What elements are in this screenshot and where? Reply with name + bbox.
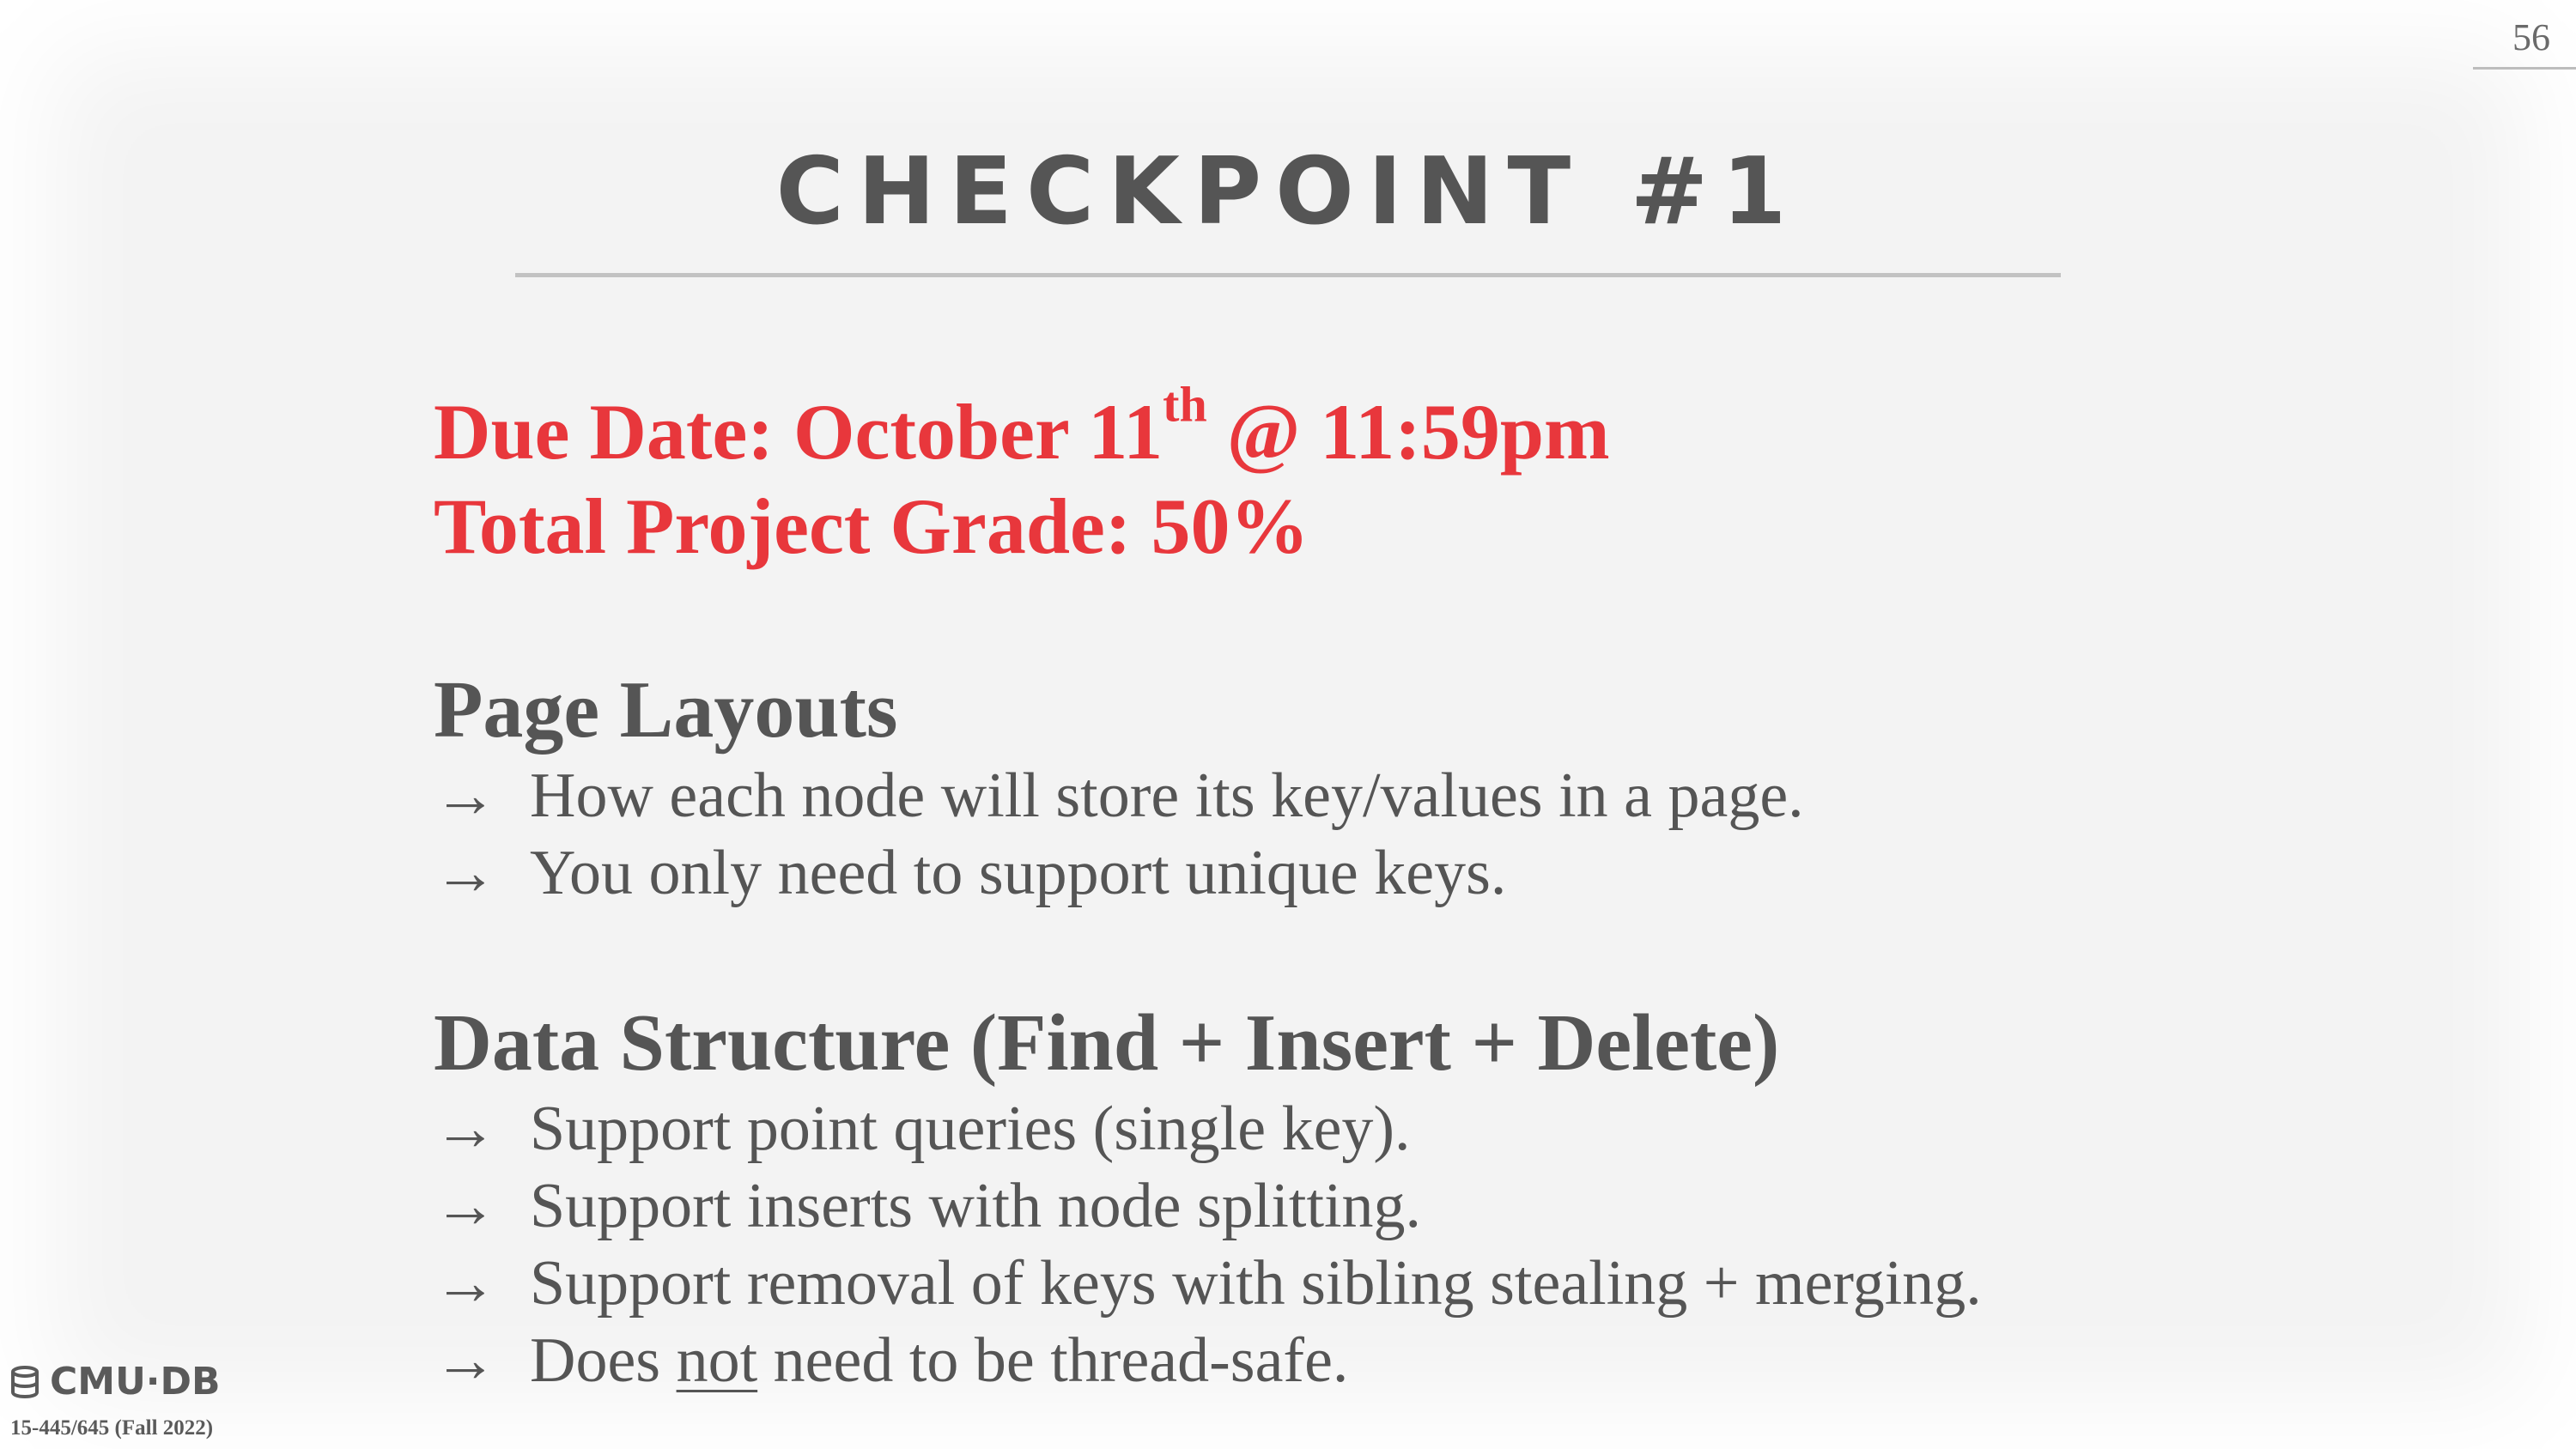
- bullet-item: → Support inserts with node splitting.: [434, 1167, 2409, 1245]
- bullet-text-before: Does: [530, 1325, 677, 1396]
- right-arrow-icon: →: [434, 1171, 497, 1241]
- project-grade-line: Total Project Grade: 50%: [434, 482, 1309, 570]
- slide: 56 CHECKPOINT #1 Due Date: October 11th …: [0, 0, 2576, 1449]
- due-date-time: @ 11:59pm: [1206, 388, 1610, 476]
- bullet-text: Support removal of keys with sibling ste…: [530, 1248, 1982, 1319]
- right-arrow-icon: →: [434, 1325, 497, 1396]
- database-icon: [11, 1366, 39, 1399]
- section-heading-data-structure: Data Structure (Find + Insert + Delete): [434, 998, 1780, 1088]
- due-date-text: Due Date: October 11: [434, 388, 1163, 476]
- slide-title: CHECKPOINT #1: [775, 138, 1801, 246]
- right-arrow-icon: →: [434, 1248, 497, 1319]
- bullet-item: → Support removal of keys with sibling st…: [434, 1245, 2409, 1322]
- underlined-word: not: [676, 1325, 758, 1396]
- bullet-text-after: need to be thread-safe.: [757, 1325, 1349, 1396]
- bullet-item: → Support point queries (single key).: [434, 1090, 2409, 1167]
- course-label: 15-445/645 (Fall 2022): [10, 1416, 214, 1440]
- due-date-line: Due Date: October 11th @ 11:59pm: [434, 379, 2409, 479]
- page-number: 56: [2512, 16, 2550, 58]
- right-arrow-icon: →: [434, 838, 497, 908]
- bullet-text: You only need to support unique keys.: [530, 838, 1507, 908]
- page-number-rule: [2473, 67, 2576, 70]
- bullet-item: → How each node will store its key/values…: [434, 757, 2409, 834]
- bullet-item: → Does not need to be thread-safe.: [434, 1322, 2409, 1399]
- bullet-text: Support point queries (single key).: [530, 1094, 1411, 1164]
- due-date-superscript: th: [1163, 376, 1207, 433]
- cmu-db-logo: CMU·DB: [10, 1363, 221, 1401]
- section-heading-page-layouts: Page Layouts: [434, 665, 898, 755]
- right-arrow-icon: →: [434, 1094, 497, 1164]
- right-arrow-icon: →: [434, 761, 497, 831]
- bullet-text: Support inserts with node splitting.: [530, 1171, 1422, 1241]
- bullet-text: How each node will store its key/values …: [530, 761, 1804, 831]
- slide-content: Due Date: October 11th @ 11:59pm Total P…: [434, 379, 2409, 1399]
- title-divider: [515, 273, 2061, 277]
- logo-text: CMU·DB: [50, 1360, 221, 1404]
- bullet-item: → You only need to support unique keys.: [434, 834, 2409, 912]
